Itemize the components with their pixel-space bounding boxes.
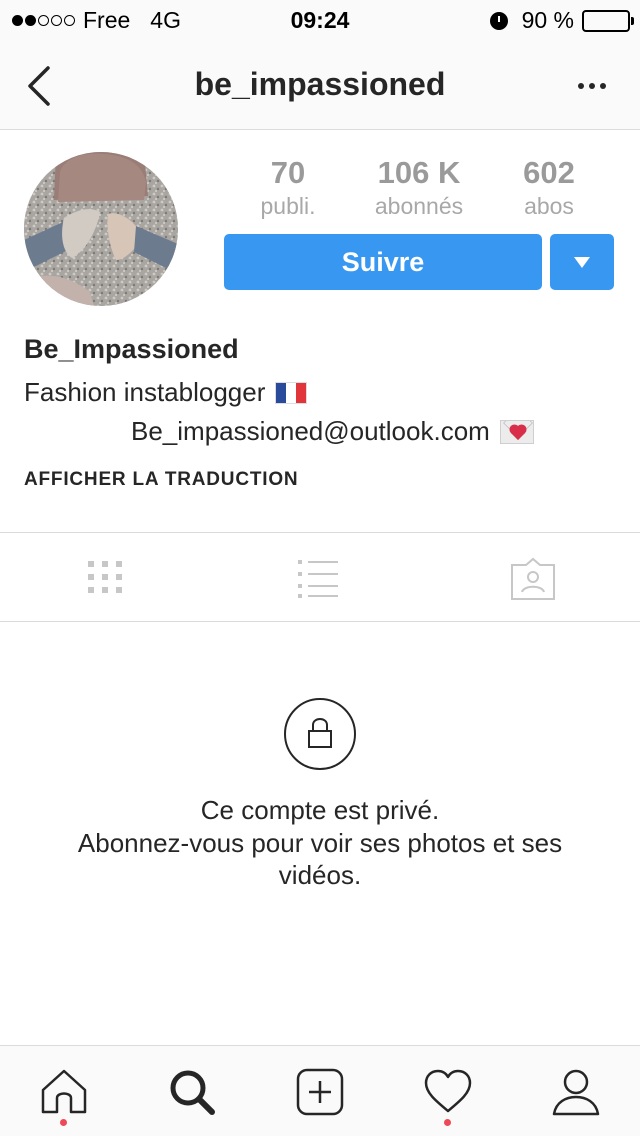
- stat-followers-label: abonnés: [374, 193, 464, 219]
- nav-bar: be_impassioned: [0, 42, 640, 130]
- tab-tagged[interactable]: [508, 557, 558, 601]
- status-right: 90 %: [489, 7, 634, 34]
- tab-grid[interactable]: [86, 557, 136, 601]
- tab-search[interactable]: [166, 1066, 218, 1118]
- bio-text: Fashion instablogger: [24, 377, 266, 407]
- bio-email-line: Be_impassioned@outlook.com: [131, 416, 534, 447]
- bio-email[interactable]: Be_impassioned@outlook.com: [131, 416, 490, 447]
- more-options-button[interactable]: [572, 74, 612, 98]
- stat-posts-count: 70: [270, 155, 306, 190]
- stat-following[interactable]: 602 abos: [500, 155, 598, 220]
- status-bar: Free 4G 09:24 90 %: [0, 0, 640, 42]
- bottom-tab-bar: [0, 1045, 640, 1136]
- tab-add[interactable]: [294, 1066, 346, 1118]
- stat-followers[interactable]: 106 K abonnés: [358, 155, 480, 220]
- see-translation-link[interactable]: AFFICHER LA TRADUCTION: [24, 469, 298, 491]
- avatar-photo: [24, 152, 178, 306]
- profile-icon: [552, 1069, 600, 1116]
- battery-icon: [582, 9, 634, 32]
- stat-posts: 70 publi.: [240, 155, 336, 220]
- tab-home[interactable]: [38, 1066, 90, 1118]
- search-icon: [170, 1070, 215, 1115]
- follow-button[interactable]: Suivre: [224, 234, 542, 290]
- private-account-description: Abonnez-vous pour voir ses photos et ses…: [77, 828, 563, 890]
- bio-line: Fashion instablogger: [24, 377, 308, 408]
- suggestions-dropdown-button[interactable]: [550, 234, 614, 290]
- tagged-icon: [511, 557, 555, 600]
- home-notification-dot: [60, 1119, 67, 1126]
- avatar[interactable]: [24, 152, 178, 306]
- battery-percent: 90 %: [521, 7, 574, 33]
- france-flag-icon: [275, 381, 308, 404]
- profile-name: Be_Impassioned: [24, 334, 239, 364]
- activity-notification-dot: [444, 1119, 451, 1126]
- caret-down-icon: [574, 257, 590, 268]
- stat-followers-count: 106 K: [377, 155, 461, 190]
- alarm-icon: [489, 11, 508, 30]
- private-account-title: Ce compte est privé.: [200, 795, 440, 825]
- profile-view-tabs: [0, 532, 640, 622]
- heart-icon: [424, 1069, 472, 1113]
- lock-icon: [308, 718, 332, 748]
- stat-following-count: 602: [523, 155, 575, 190]
- tab-profile[interactable]: [550, 1066, 602, 1118]
- home-icon: [41, 1069, 87, 1114]
- stat-following-label: abos: [524, 193, 574, 219]
- stat-posts-label: publi.: [260, 193, 316, 219]
- list-icon: [298, 560, 338, 598]
- lock-badge: [284, 698, 356, 770]
- add-icon: [296, 1068, 344, 1116]
- page-title: be_impassioned: [194, 66, 446, 102]
- grid-icon: [88, 561, 122, 593]
- tab-activity[interactable]: [422, 1066, 474, 1118]
- tab-list[interactable]: [296, 557, 346, 601]
- love-letter-icon: [499, 419, 534, 444]
- more-horizontal-icon: [578, 83, 584, 89]
